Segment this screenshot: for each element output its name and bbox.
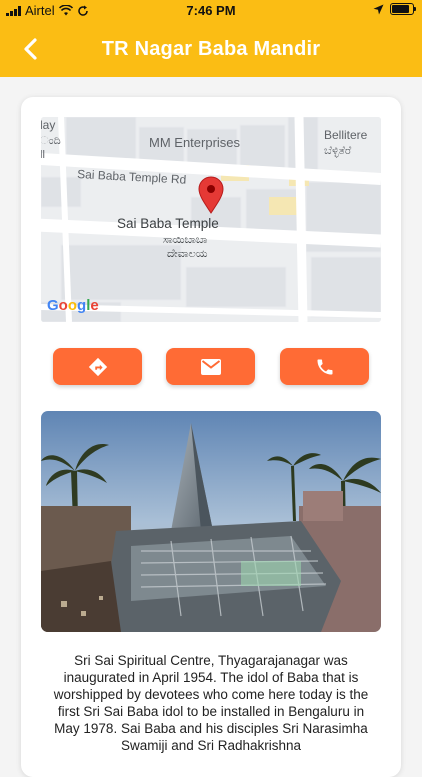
email-button[interactable] xyxy=(166,348,255,385)
map-label-bellitere: Bellitere xyxy=(324,128,368,142)
location-arrow-icon xyxy=(373,4,384,14)
call-button[interactable] xyxy=(280,348,369,385)
map-label-temple: Sai Baba Temple xyxy=(117,216,219,231)
map-label-bellitere-kn: ಬೆಳ್ಳಿತೆರೆ xyxy=(324,145,352,157)
map-label-temple-kn-2: ದೇವಾಲಯ xyxy=(167,248,208,260)
map-label-kn: ಂದಿ xyxy=(41,135,61,147)
map-view[interactable]: lay ಂದಿ ll MM Enterprises Bellitere ಬೆಳ್… xyxy=(41,117,381,322)
temple-photo xyxy=(41,411,381,632)
status-bar: Airtel 7:46 PM xyxy=(0,0,422,22)
app-header: Airtel 7:46 PM TR Nagar Baba Mandir xyxy=(0,0,422,77)
directions-icon xyxy=(88,357,107,376)
status-time: 7:46 PM xyxy=(186,3,236,18)
directions-button[interactable] xyxy=(53,348,142,385)
map-label-ll: ll xyxy=(41,149,45,161)
google-logo: Google xyxy=(47,297,99,314)
temple-description: Sri Sai Spiritual Centre, Thyagarajanaga… xyxy=(53,653,369,753)
map-label-lay: lay xyxy=(41,118,55,132)
map-label-temple-kn-1: ಸಾಯಿಬಾಬಾ xyxy=(163,234,207,246)
mail-icon xyxy=(200,358,221,375)
phone-icon xyxy=(317,359,332,374)
page-title: TR Nagar Baba Mandir xyxy=(101,38,321,60)
action-buttons xyxy=(53,348,369,385)
map-label-enterprises: MM Enterprises xyxy=(149,135,241,150)
battery-icon xyxy=(390,3,416,15)
temple-card: lay ಂದಿ ll MM Enterprises Bellitere ಬೆಳ್… xyxy=(21,97,401,777)
